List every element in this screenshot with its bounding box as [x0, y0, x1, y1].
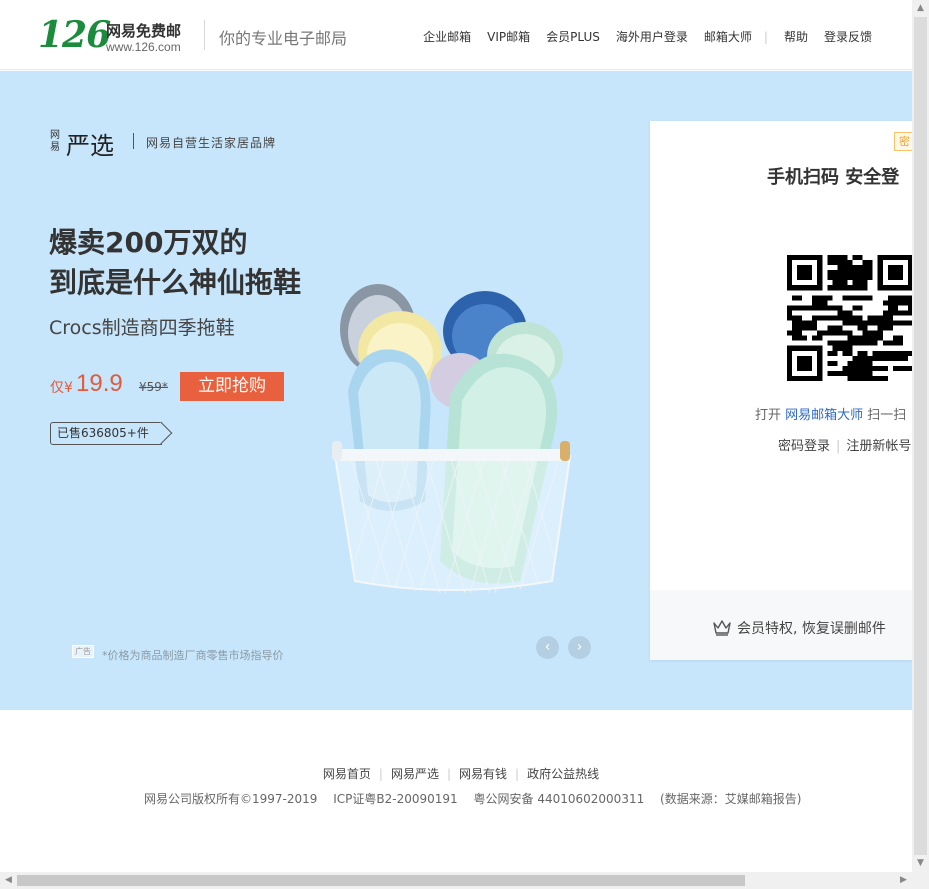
scan-login-title: 手机扫码 安全登	[767, 167, 900, 188]
vip-promo-text: 会员特权, 恢复误删邮件	[737, 621, 886, 637]
slippers-basket-image	[332, 284, 572, 594]
nav-enterprise-mail[interactable]: 企业邮箱	[423, 28, 471, 45]
buy-now-button[interactable]: 立即抢购	[180, 372, 284, 401]
original-price: ¥59*	[139, 380, 168, 394]
chevron-right-icon[interactable]: ›	[568, 636, 591, 659]
qr-code	[787, 255, 912, 381]
logo-url: www.126.com	[106, 40, 181, 54]
slogan: 你的专业电子邮局	[219, 29, 348, 48]
login-panel: 密 手机扫码 安全登 打开 网易邮箱大师 扫一扫 密码登录 | 注册新帐号 会员特权…	[650, 121, 912, 660]
nav-help[interactable]: 帮助	[784, 28, 808, 45]
vip-promo-bar[interactable]: 会员特权, 恢复误删邮件	[650, 590, 912, 660]
brand-logo-text: 严选	[66, 132, 114, 160]
promo-headline: 爆卖200万双的 到底是什么神仙拖鞋	[49, 223, 301, 303]
chevron-left-icon[interactable]: ‹	[536, 636, 559, 659]
mail-master-link[interactable]: 网易邮箱大师	[785, 408, 863, 423]
price-label: 仅¥	[50, 380, 73, 396]
login-links: 密码登录 | 注册新帐号	[778, 435, 911, 454]
headline-line-1: 爆卖200万双的	[49, 226, 248, 259]
scan-hint-prefix: 打开	[755, 408, 786, 423]
scan-hint-suffix: 扫一扫	[863, 408, 907, 423]
icp-link[interactable]: ICP证粤B2-20090191	[333, 792, 457, 806]
logo-number[interactable]: 126	[38, 14, 111, 56]
footer-link-youqian[interactable]: 网易有钱	[459, 767, 507, 781]
scroll-left-icon[interactable]: ◀	[0, 872, 17, 889]
top-header: 126 网易免费邮 www.126.com 你的专业电子邮局 企业邮箱 VIP邮…	[0, 0, 912, 70]
footer-link-yanxuan[interactable]: 网易严选	[391, 767, 439, 781]
crown-icon	[713, 620, 731, 636]
scroll-down-icon[interactable]: ▼	[912, 855, 929, 872]
brand-divider	[133, 133, 134, 149]
headline-line-2: 到底是什么神仙拖鞋	[49, 266, 302, 299]
nav-overseas-login[interactable]: 海外用户登录	[616, 28, 688, 45]
footer-link-gov-hotline[interactable]: 政府公益热线	[527, 767, 599, 781]
top-nav: 企业邮箱 VIP邮箱 会员PLUS 海外用户登录 邮箱大师 | 帮助 登录反馈	[407, 28, 872, 45]
vertical-scroll-thumb[interactable]	[914, 17, 927, 855]
scan-hint: 打开 网易邮箱大师 扫一扫	[755, 404, 906, 423]
price-disclaimer: *价格为商品制造厂商零售市场指导价	[102, 649, 284, 662]
copyright-text: 网易公司版权所有©1997-2019	[144, 792, 318, 806]
password-login-tab[interactable]: 密	[894, 132, 912, 151]
nav-mail-master[interactable]: 邮箱大师	[704, 28, 752, 45]
data-source: (数据来源：艾媒邮箱报告)	[660, 792, 802, 806]
footer-separator: |	[446, 767, 452, 781]
nav-separator: |	[763, 29, 768, 44]
logo-name[interactable]: 网易免费邮	[106, 20, 181, 41]
nav-login-feedback[interactable]: 登录反馈	[824, 28, 872, 45]
password-login-link[interactable]: 密码登录	[778, 439, 830, 454]
footer-separator: |	[378, 767, 383, 781]
horizontal-scroll-thumb[interactable]	[17, 875, 745, 886]
ad-tag: 广告	[72, 645, 94, 658]
vertical-scrollbar[interactable]: ▲ ▼	[912, 0, 929, 872]
nav-vip-mail[interactable]: VIP邮箱	[487, 28, 530, 45]
promo-subline: Crocs制造商四季拖鞋	[49, 317, 235, 339]
login-links-separator: |	[836, 439, 841, 454]
brand-small-text: 网易	[50, 130, 60, 153]
scroll-right-icon[interactable]: ▶	[895, 872, 912, 889]
logo-divider	[204, 20, 205, 50]
register-link[interactable]: 注册新帐号	[846, 439, 911, 454]
footer-separator: |	[515, 767, 520, 781]
promo-banner[interactable]: 网易 严选 网易自营生活家居品牌 爆卖200万双的 到底是什么神仙拖鞋 Croc…	[0, 71, 912, 710]
footer-link-netease-home[interactable]: 网易首页	[323, 767, 371, 781]
sold-count-badge: 已售636805+件	[50, 421, 173, 445]
police-record[interactable]: 粤公网安备 44010602000311	[474, 792, 645, 806]
price-value: 19.9	[76, 370, 123, 397]
scrollbar-corner	[912, 872, 929, 889]
nav-member-plus[interactable]: 会员PLUS	[546, 28, 600, 45]
sold-count-text: 已售636805+件	[57, 426, 149, 440]
brand-tagline: 网易自营生活家居品牌	[146, 136, 277, 150]
copyright-line: 网易公司版权所有©1997-2019 ICP证粤B2-20090191 粤公网安…	[144, 790, 813, 807]
sold-badge-arrow	[149, 421, 173, 445]
scroll-up-icon[interactable]: ▲	[912, 0, 929, 17]
horizontal-scrollbar[interactable]: ◀ ▶	[0, 872, 912, 889]
footer-links: 网易首页 | 网易严选 | 网易有钱 | 政府公益热线	[0, 765, 922, 782]
